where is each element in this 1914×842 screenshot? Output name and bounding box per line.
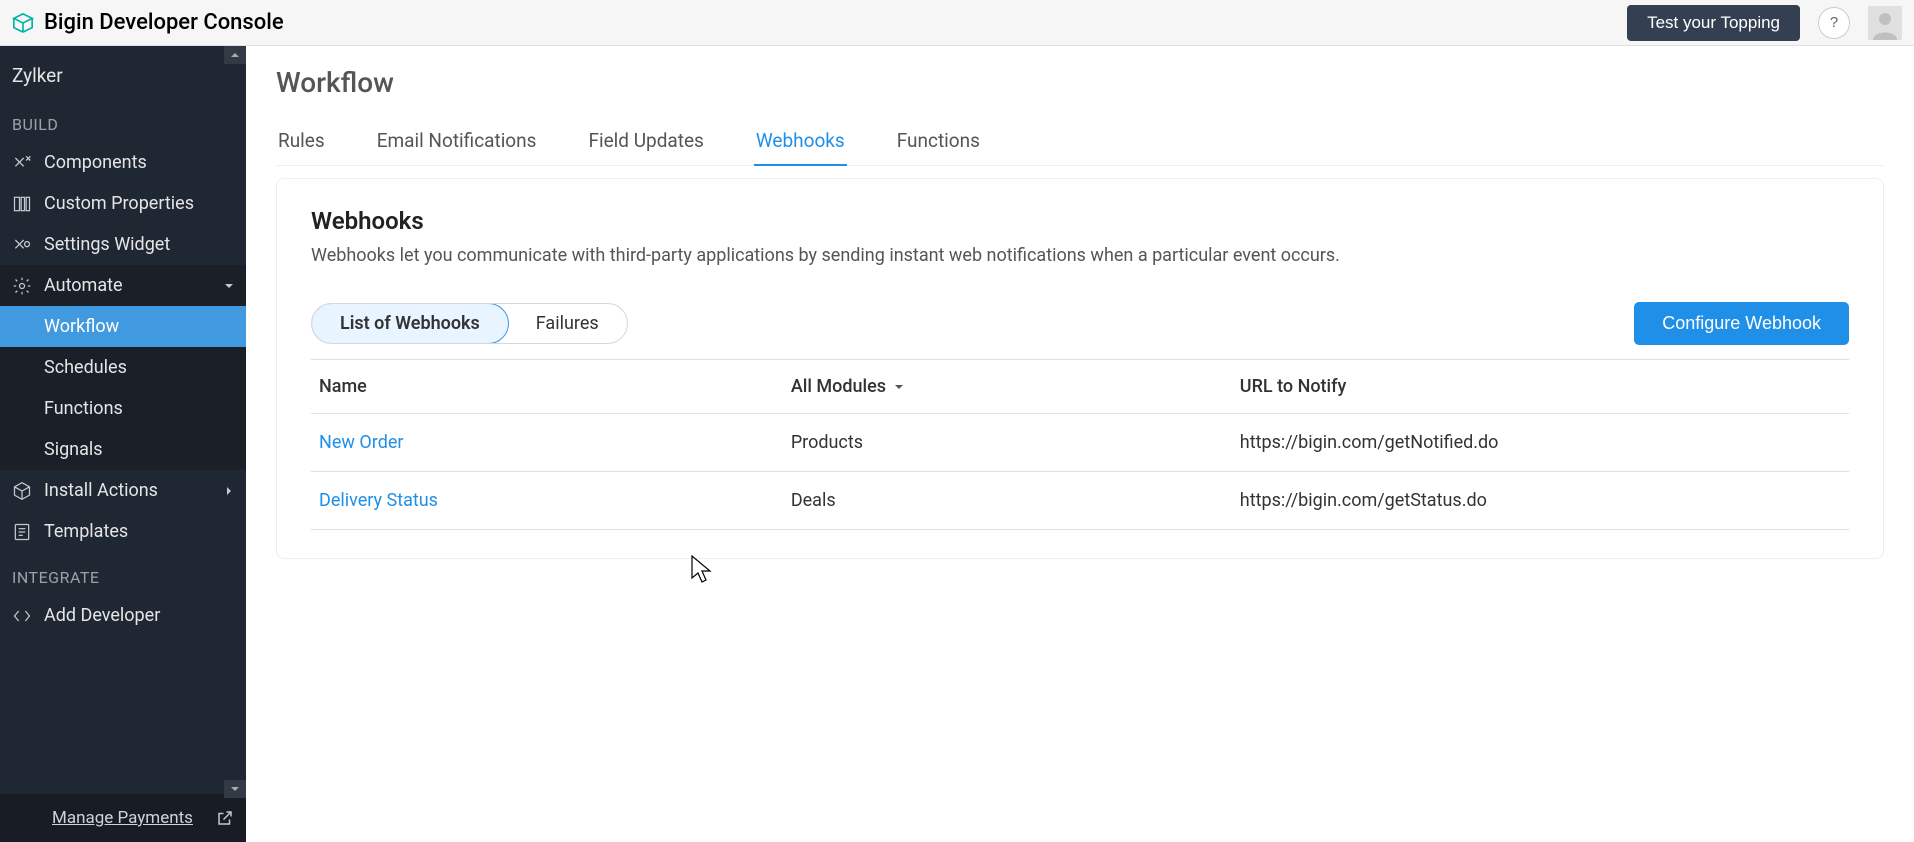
subnav-workflow[interactable]: Workflow bbox=[0, 306, 246, 347]
test-topping-button[interactable]: Test your Topping bbox=[1627, 5, 1800, 41]
automate-icon bbox=[12, 276, 32, 296]
sidebar-item-label: Templates bbox=[44, 521, 128, 542]
configure-webhook-button[interactable]: Configure Webhook bbox=[1634, 302, 1849, 345]
section-build: BUILD bbox=[0, 99, 246, 142]
sidebar-item-label: Install Actions bbox=[44, 480, 158, 501]
sidebar-item-add-developer[interactable]: Add Developer bbox=[0, 595, 246, 636]
sidebar-footer: Manage Payments bbox=[0, 794, 246, 842]
subnav-functions[interactable]: Functions bbox=[0, 388, 246, 429]
sidebar-item-settings-widget[interactable]: Settings Widget bbox=[0, 224, 246, 265]
scroll-up-indicator[interactable] bbox=[224, 46, 246, 64]
chevron-up-icon bbox=[230, 50, 240, 60]
webhook-url: https://bigin.com/getNotified.do bbox=[1240, 432, 1841, 453]
card-desc: Webhooks let you communicate with third-… bbox=[311, 245, 1849, 266]
sidebar-item-components[interactable]: Components bbox=[0, 142, 246, 183]
external-link-icon[interactable] bbox=[216, 809, 234, 827]
add-developer-icon bbox=[12, 606, 32, 626]
sidebar-item-templates[interactable]: Templates bbox=[0, 511, 246, 552]
webhook-name-link[interactable]: New Order bbox=[319, 432, 791, 453]
pill-failures[interactable]: Failures bbox=[508, 304, 627, 343]
card-title: Webhooks bbox=[311, 207, 1849, 235]
dropdown-caret-icon bbox=[894, 382, 904, 392]
chevron-down-icon bbox=[230, 784, 240, 794]
sidebar-item-automate[interactable]: Automate bbox=[0, 265, 246, 306]
app-title: Bigin Developer Console bbox=[44, 10, 284, 35]
subnav-signals[interactable]: Signals bbox=[0, 429, 246, 470]
sidebar-item-label: Custom Properties bbox=[44, 193, 194, 214]
tabs: Rules Email Notifications Field Updates … bbox=[276, 117, 1884, 166]
column-name: Name bbox=[319, 376, 791, 397]
table-row: Delivery Status Deals https://bigin.com/… bbox=[311, 472, 1849, 530]
settings-widget-icon bbox=[12, 235, 32, 255]
webhooks-table: Name All Modules URL to Notify New Order… bbox=[311, 359, 1849, 530]
scroll-down-indicator[interactable] bbox=[224, 780, 246, 798]
tab-field-updates[interactable]: Field Updates bbox=[586, 117, 705, 166]
column-url: URL to Notify bbox=[1240, 376, 1841, 397]
tab-functions[interactable]: Functions bbox=[895, 117, 982, 166]
help-button[interactable]: ? bbox=[1818, 7, 1850, 39]
webhook-url: https://bigin.com/getStatus.do bbox=[1240, 490, 1841, 511]
sidebar-item-label: Add Developer bbox=[44, 605, 160, 626]
sidebar-item-label: Automate bbox=[44, 275, 123, 296]
sidebar-item-label: Components bbox=[44, 152, 147, 173]
webhook-module: Products bbox=[791, 432, 1240, 453]
bigin-logo-icon bbox=[12, 12, 34, 34]
card-toolbar: List of Webhooks Failures Configure Webh… bbox=[311, 302, 1849, 345]
sidebar-item-install-actions[interactable]: Install Actions bbox=[0, 470, 246, 511]
section-integrate: INTEGRATE bbox=[0, 552, 246, 595]
manage-payments-link[interactable]: Manage Payments bbox=[52, 808, 193, 828]
logo-area: Bigin Developer Console bbox=[12, 10, 284, 35]
org-name: Zylker bbox=[0, 46, 246, 99]
pill-list-of-webhooks[interactable]: List of Webhooks bbox=[311, 303, 509, 344]
sidebar-item-label: Settings Widget bbox=[44, 234, 170, 255]
tab-email-notifications[interactable]: Email Notifications bbox=[375, 117, 539, 166]
caret-down-icon bbox=[224, 281, 234, 291]
pill-group: List of Webhooks Failures bbox=[311, 303, 628, 344]
webhook-module: Deals bbox=[791, 490, 1240, 511]
custom-properties-icon bbox=[12, 194, 32, 214]
subnav-schedules[interactable]: Schedules bbox=[0, 347, 246, 388]
table-row: New Order Products https://bigin.com/get… bbox=[311, 414, 1849, 472]
column-modules-dropdown[interactable]: All Modules bbox=[791, 376, 1240, 397]
components-icon bbox=[12, 153, 32, 173]
tab-webhooks[interactable]: Webhooks bbox=[754, 117, 847, 166]
table-header: Name All Modules URL to Notify bbox=[311, 360, 1849, 414]
column-modules-label: All Modules bbox=[791, 376, 886, 397]
tab-rules[interactable]: Rules bbox=[276, 117, 327, 166]
templates-icon bbox=[12, 522, 32, 542]
page-title: Workflow bbox=[276, 66, 1884, 99]
install-actions-icon bbox=[12, 481, 32, 501]
webhooks-card: Webhooks Webhooks let you communicate wi… bbox=[276, 178, 1884, 559]
caret-right-icon bbox=[224, 486, 234, 496]
avatar[interactable] bbox=[1868, 6, 1902, 40]
sidebar-item-custom-properties[interactable]: Custom Properties bbox=[0, 183, 246, 224]
main-content: Workflow Rules Email Notifications Field… bbox=[246, 46, 1914, 842]
sidebar: Zylker BUILD Components Custom Propertie… bbox=[0, 46, 246, 842]
header-bar: Bigin Developer Console Test your Toppin… bbox=[0, 0, 1914, 46]
webhook-name-link[interactable]: Delivery Status bbox=[319, 490, 791, 511]
